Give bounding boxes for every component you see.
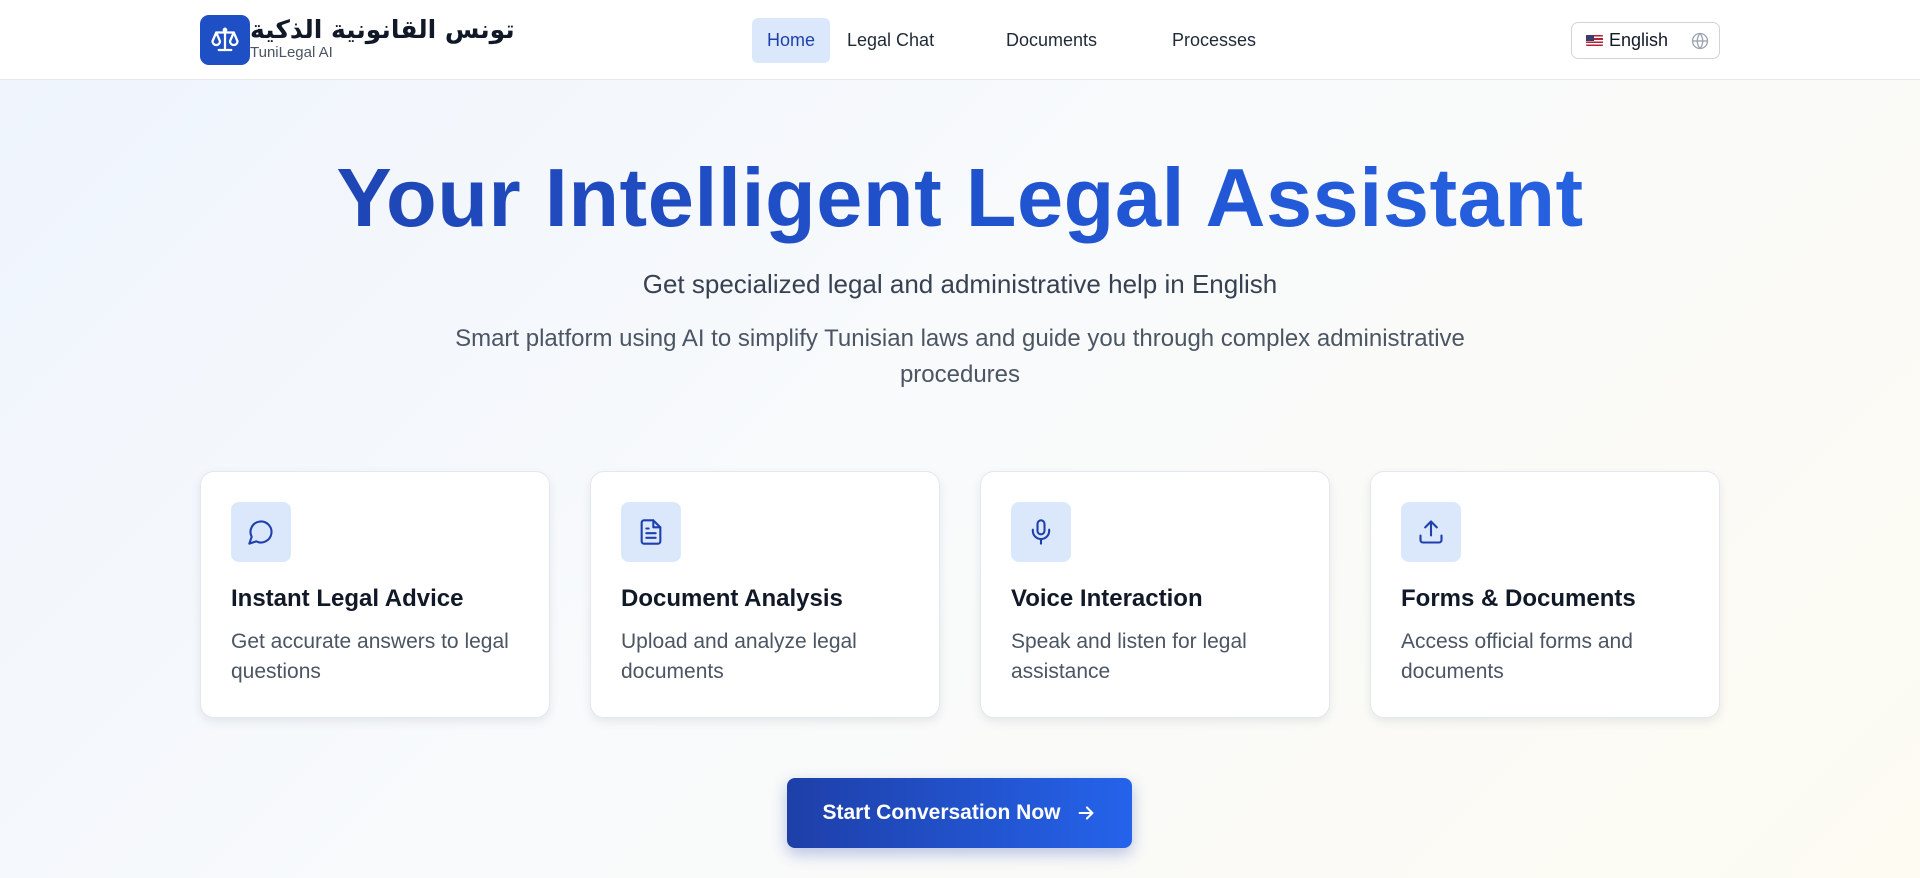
- feature-title: Voice Interaction: [1011, 585, 1203, 612]
- chat-bubble-icon: [231, 502, 291, 562]
- feature-text: Speak and listen for legal assistance: [1011, 630, 1247, 683]
- hero-description: Smart platform using AI to simplify Tuni…: [455, 325, 1465, 388]
- brand-name-english: TuniLegal AI: [250, 44, 333, 61]
- top-navbar: تونس القانونية الذكية TuniLegal AI Home …: [0, 0, 1920, 80]
- hero-subtitle: Get specialized legal and administrative…: [642, 269, 1278, 299]
- cta-label: Start Conversation Now: [822, 801, 1061, 824]
- brand[interactable]: تونس القانونية الذكية TuniLegal AI: [200, 15, 515, 65]
- upload-icon: [1401, 502, 1461, 562]
- feature-title: Instant Legal Advice: [231, 585, 464, 612]
- us-flag-icon: [1586, 35, 1603, 46]
- document-icon: [621, 502, 681, 562]
- feature-text: Get accurate answers to legal questions: [231, 630, 509, 683]
- arrow-right-icon: [1078, 806, 1093, 820]
- hero-title: Your Intelligent Legal Assistant: [0, 148, 1920, 248]
- globe-icon: [1691, 32, 1709, 50]
- nav-home[interactable]: Home: [752, 18, 831, 63]
- feature-text: Upload and analyze legal documents: [621, 630, 857, 683]
- feature-text: Access official forms and documents: [1401, 630, 1633, 683]
- microphone-icon: [1011, 502, 1071, 562]
- feature-title: Document Analysis: [621, 585, 843, 612]
- language-label: English: [1609, 30, 1669, 50]
- feature-card-voice-interaction[interactable]: Voice Interaction Speak and listen for l…: [980, 471, 1330, 718]
- feature-title: Forms & Documents: [1401, 585, 1636, 612]
- feature-card-legal-advice[interactable]: Instant Legal Advice Get accurate answer…: [200, 471, 550, 718]
- nav-documents[interactable]: Documents: [1006, 18, 1097, 63]
- feature-card-forms-documents[interactable]: Forms & Documents Access official forms …: [1370, 471, 1720, 718]
- brand-name-arabic: تونس القانونية الذكية: [250, 15, 515, 44]
- start-conversation-button[interactable]: Start Conversation Now: [787, 778, 1132, 848]
- scales-logo-icon: [200, 15, 250, 65]
- brand-text: تونس القانونية الذكية TuniLegal AI: [250, 13, 515, 61]
- nav-processes[interactable]: Processes: [1172, 18, 1256, 63]
- nav-legal-chat[interactable]: Legal Chat: [847, 18, 934, 63]
- language-selector[interactable]: English: [1571, 22, 1720, 59]
- feature-card-document-analysis[interactable]: Document Analysis Upload and analyze leg…: [590, 471, 940, 718]
